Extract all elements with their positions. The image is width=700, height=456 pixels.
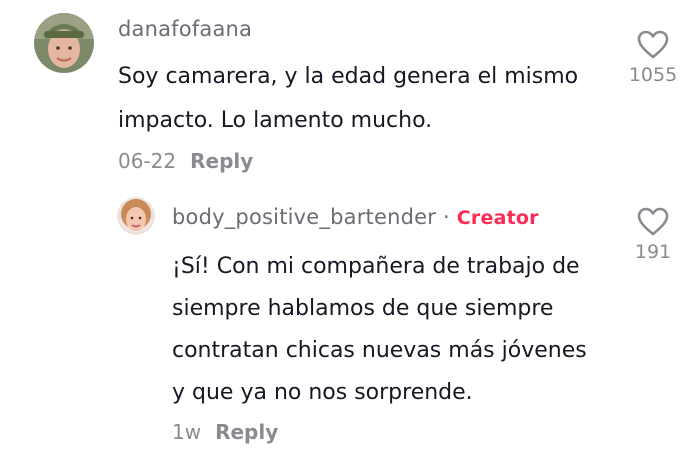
reply-date: 1w	[172, 420, 202, 444]
like-count: 191	[634, 241, 672, 263]
heart-outline-icon	[637, 30, 669, 59]
avatar-image	[117, 197, 155, 235]
reply-username-row: body_positive_bartender · Creator	[172, 205, 539, 229]
reply-text-line: contratan chicas nuevas más jóvenes	[172, 338, 587, 363]
avatar-danafofaana[interactable]	[34, 13, 94, 73]
avatar-image	[34, 13, 94, 73]
reply-text-line: y que ya no nos sorprende.	[172, 380, 473, 405]
comment-1: danafofaana Soy camarera, y la edad gene…	[0, 0, 700, 180]
heart-outline-icon	[637, 207, 669, 236]
comment-2-reply: body_positive_bartender · Creator ¡Sí! C…	[0, 180, 700, 456]
separator-dot: ·	[442, 205, 450, 229]
creator-badge: Creator	[456, 207, 539, 229]
like-button[interactable]: 1055	[623, 30, 683, 86]
comment-meta: 06-22 Reply	[118, 149, 253, 173]
reply-button[interactable]: Reply	[190, 149, 253, 173]
reply-text-line: siempre hablamos de que siempre	[172, 296, 554, 321]
like-button[interactable]: 191	[623, 207, 683, 263]
reply-text-line: ¡Sí! Con mi compañera de trabajo de	[172, 254, 580, 279]
comment-text-line: Soy camarera, y la edad genera el mismo	[118, 64, 579, 89]
comment-username[interactable]: danafofaana	[118, 17, 252, 41]
comment-text-line: impacto. Lo lamento mucho.	[118, 108, 433, 133]
comment-date: 06-22	[118, 149, 177, 173]
reply-username[interactable]: body_positive_bartender	[172, 205, 436, 229]
avatar-body-positive-bartender[interactable]	[117, 197, 155, 235]
reply-meta: 1w Reply	[172, 420, 278, 444]
like-count: 1055	[628, 64, 678, 86]
reply-button[interactable]: Reply	[215, 420, 278, 444]
